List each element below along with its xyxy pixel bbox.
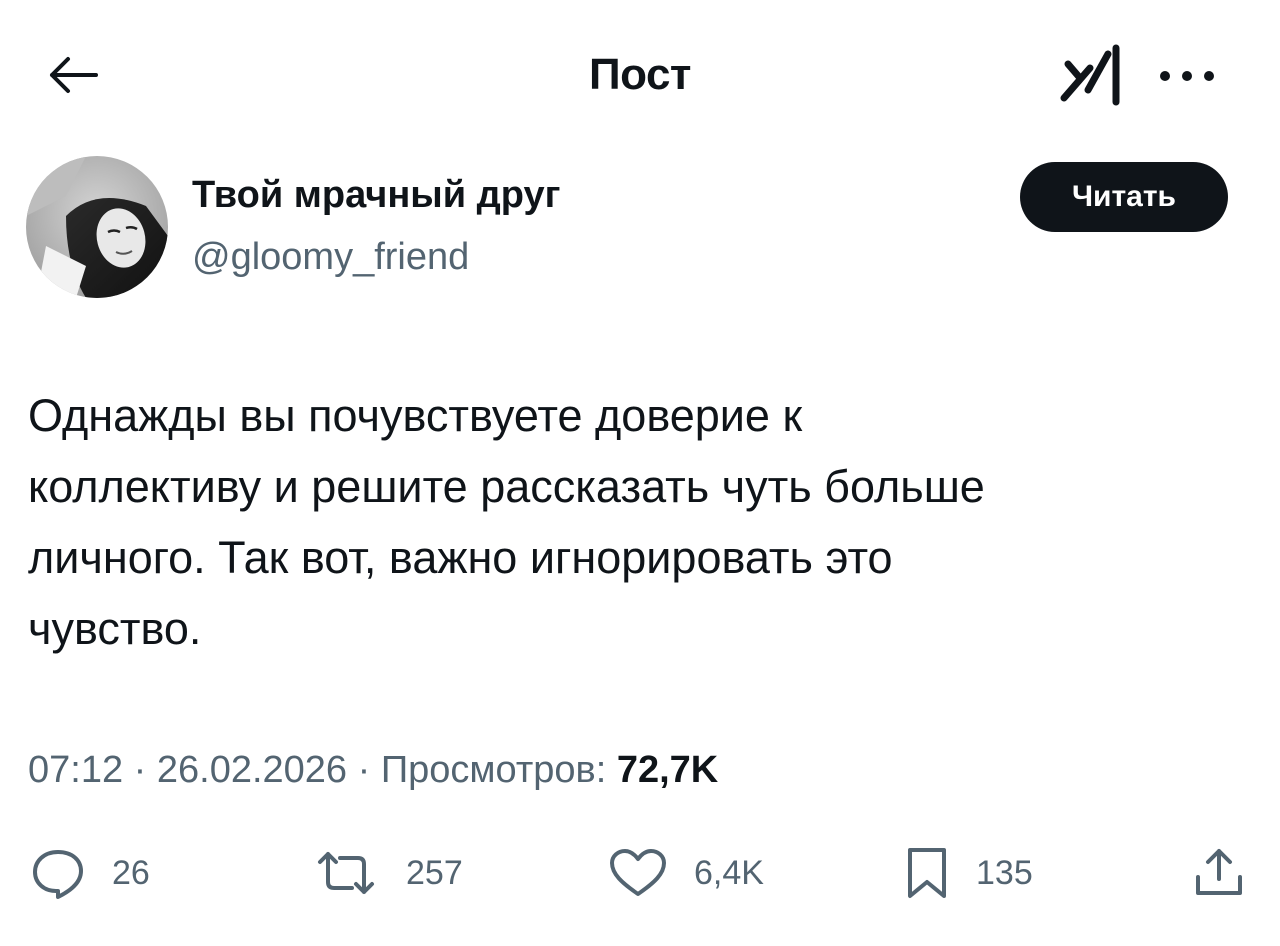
follow-button[interactable]: Читать [1020, 162, 1228, 232]
more-options-button[interactable] [1152, 56, 1222, 96]
grok-logo-icon[interactable] [1058, 40, 1128, 110]
repost-button[interactable]: 257 [312, 838, 463, 908]
like-count: 6,4K [694, 854, 764, 892]
heart-icon [610, 849, 666, 896]
reply-button[interactable]: 26 [30, 838, 150, 908]
author-name[interactable]: Твой мрачный друг [192, 172, 560, 218]
reply-icon [33, 850, 83, 899]
more-horizontal-icon [1160, 71, 1214, 81]
avatar[interactable] [26, 156, 168, 298]
share-button[interactable] [1192, 838, 1246, 908]
post-text: Однажды вы почувствуете доверие к коллек… [28, 380, 1228, 664]
views-label: Просмотров: [380, 749, 607, 791]
post-text-line: коллективу и решите рассказать чуть боль… [28, 461, 985, 512]
bookmark-count: 135 [976, 854, 1033, 892]
repost-count: 257 [406, 854, 463, 892]
views-count[interactable]: 72,7K [617, 749, 718, 791]
bookmark-button[interactable]: 135 [904, 838, 1033, 908]
author-handle[interactable]: @gloomy_friend [192, 234, 469, 280]
post-text-line: чувство. [28, 603, 202, 654]
like-button[interactable]: 6,4K [608, 838, 764, 908]
meta-separator: · [357, 749, 371, 791]
post-meta: 07:12 · 26.02.2026 · Просмотров: 72,7K [28, 745, 718, 795]
post-text-line: личного. Так вот, важно игнорировать это [28, 532, 893, 583]
post-text-line: Однажды вы почувствуете доверие к [28, 390, 803, 441]
post-date: 26.02.2026 [156, 749, 348, 791]
meta-separator: · [133, 749, 147, 791]
bookmark-icon [908, 848, 946, 898]
repost-icon [318, 852, 374, 894]
post-time: 07:12 [28, 749, 124, 791]
reply-count: 26 [112, 854, 150, 892]
share-icon [1196, 849, 1242, 895]
